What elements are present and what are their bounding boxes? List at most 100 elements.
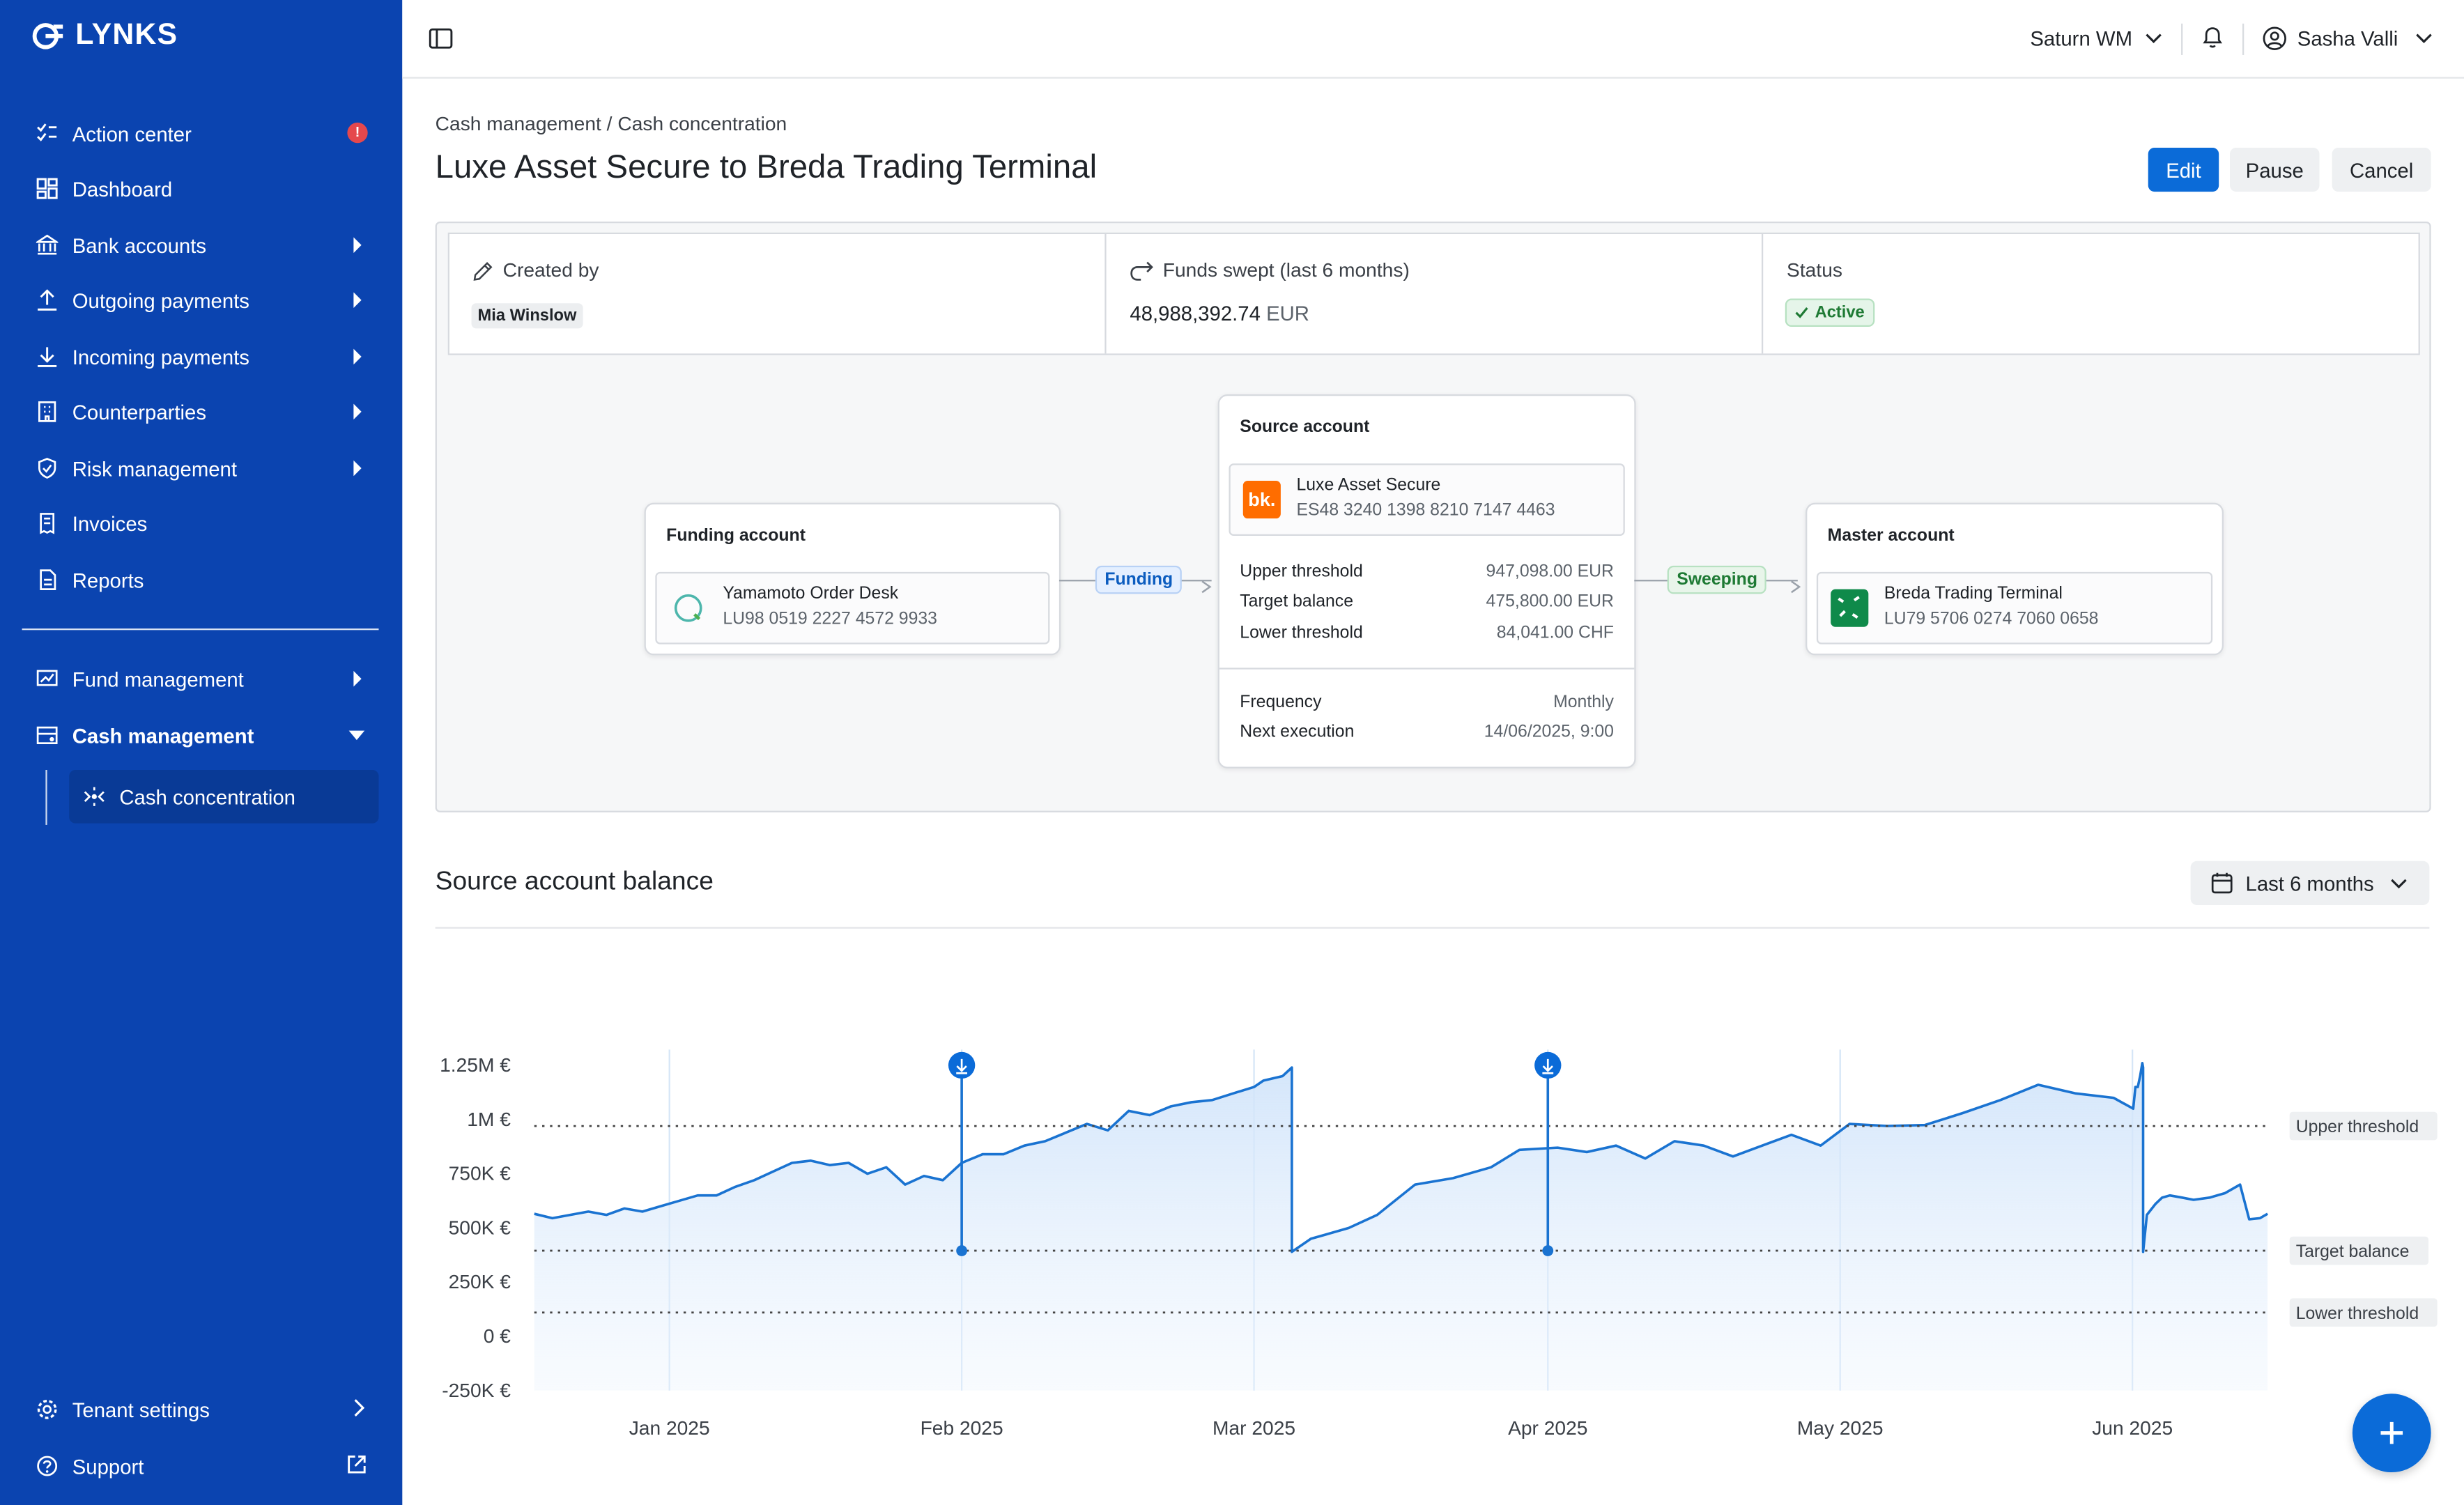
date-range-selector[interactable]: Last 6 months: [2190, 860, 2430, 905]
master-account-card[interactable]: Master account Breda Trading Terminal LU…: [1805, 502, 2224, 656]
sidebar-item-label: Reports: [72, 568, 144, 592]
chevron-down-icon: [2146, 33, 2162, 43]
next-execution-row: Next execution 14/06/2025, 9:00: [1240, 723, 1614, 741]
chevron-right-icon: [352, 1398, 365, 1422]
funding-card-title: Funding account: [666, 526, 806, 546]
cancel-button[interactable]: Cancel: [2332, 147, 2431, 192]
sidebar-item-label: Incoming payments: [72, 344, 249, 369]
sidebar-item-invoices[interactable]: Invoices: [22, 500, 380, 547]
cash-icon: [35, 723, 60, 748]
pencil-icon: [473, 261, 493, 280]
caret-right-icon: [353, 403, 362, 420]
sidebar-item-label: Cash concentration: [119, 785, 295, 809]
lynks-logo-icon: [32, 23, 63, 49]
frequency-value: Monthly: [1553, 693, 1614, 712]
page-title: Luxe Asset Secure to Breda Trading Termi…: [435, 149, 1098, 186]
help-icon: [35, 1453, 60, 1479]
sidebar-item-reports[interactable]: Reports: [22, 556, 380, 603]
sidebar-item-label: Bank accounts: [72, 233, 207, 257]
caret-right-icon: [353, 237, 362, 254]
status-badge: Active: [1785, 298, 1874, 327]
sidebar-item-dashboard[interactable]: Dashboard: [22, 165, 380, 213]
app-logo[interactable]: LYNKS: [31, 19, 178, 54]
topbar: Saturn WM Sasha Valli: [402, 0, 2464, 79]
sidebar-item-counterparties[interactable]: Counterparties: [22, 388, 380, 435]
section-divider: [435, 927, 2430, 929]
sidebar: LYNKS Action center ! Dashboard Bank acc…: [0, 0, 403, 1505]
funding-account-card[interactable]: Funding account Yamamoto Order Desk LU98…: [644, 502, 1061, 656]
upper-threshold-row: Upper threshold 947,098.00 EUR: [1240, 562, 1614, 581]
source-account-iban: ES48 3240 1398 8210 7147 4463: [1296, 501, 1555, 520]
master-account-name: Breda Trading Terminal: [1884, 584, 2063, 603]
topbar-separator: [2180, 22, 2183, 54]
funding-chip: Funding: [1095, 565, 1183, 594]
sidebar-item-label: Risk management: [72, 456, 238, 480]
breadcrumb[interactable]: Cash management / Cash concentration: [436, 113, 787, 135]
master-card-title: Master account: [1827, 526, 1955, 546]
app-name: LYNKS: [75, 19, 178, 52]
date-range-label: Last 6 months: [2245, 871, 2374, 895]
source-card-title: Source account: [1240, 417, 1370, 437]
frequency-label: Frequency: [1240, 693, 1322, 712]
info-strip: Created by Mia Winslow Funds swept (last…: [447, 232, 2420, 355]
upper-threshold-value: 947,098.00 EUR: [1486, 562, 1614, 582]
swept-amount-value: 48,988,392.74: [1130, 301, 1261, 325]
bell-icon[interactable]: [2201, 24, 2224, 53]
user-name: Sasha Valli: [2297, 26, 2398, 51]
source-account-card[interactable]: Source account bk. Luxe Asset Secure ES4…: [1217, 394, 1636, 769]
funding-account-row[interactable]: Yamamoto Order Desk LU98 0519 2227 4572 …: [655, 571, 1050, 645]
pause-button[interactable]: Pause: [2229, 147, 2320, 192]
target-balance-value: 475,800.00 EUR: [1486, 592, 1614, 612]
user-menu[interactable]: Sasha Valli: [2263, 26, 2433, 50]
calendar-icon: [2211, 872, 2233, 894]
sidebar-item-cash-concentration[interactable]: Cash concentration: [69, 769, 379, 824]
sidebar-item-incoming-payments[interactable]: Incoming payments: [22, 333, 380, 380]
source-account-row[interactable]: bk. Luxe Asset Secure ES48 3240 1398 821…: [1229, 463, 1625, 536]
building-icon: [35, 399, 60, 424]
frequency-row: Frequency Monthly: [1240, 693, 1614, 711]
workspace-name: Saturn WM: [2030, 26, 2132, 51]
funds-swept-cell: Funds swept (last 6 months) 48,988,392.7…: [1107, 234, 1764, 354]
sidebar-item-label: Support: [72, 1454, 144, 1478]
caret-right-icon: [353, 670, 362, 687]
yamamoto-bank-logo-icon: [670, 589, 707, 627]
master-account-iban: LU79 5706 0274 7060 0658: [1884, 609, 2099, 629]
invoice-icon: [35, 511, 60, 536]
created-by-cell: Created by Mia Winslow: [449, 234, 1107, 354]
bank-logo-text: bk.: [1248, 488, 1276, 511]
creator-chip: Mia Winslow: [471, 303, 583, 329]
edit-button[interactable]: Edit: [2148, 147, 2219, 192]
master-account-row[interactable]: Breda Trading Terminal LU79 5706 0274 70…: [1816, 571, 2213, 645]
sidebar-toggle-icon[interactable]: [429, 28, 453, 57]
caret-right-icon: [353, 292, 362, 308]
funds-swept-amount: 48,988,392.74 EUR: [1130, 302, 1309, 325]
sidebar-item-outgoing-payments[interactable]: Outgoing payments: [22, 277, 380, 324]
workspace-selector[interactable]: Saturn WM: [2030, 26, 2162, 50]
sidebar-item-label: Action center: [72, 121, 192, 146]
topbar-separator: [2242, 22, 2244, 54]
next-execution-value: 14/06/2025, 9:00: [1484, 723, 1614, 742]
gear-icon: [35, 1397, 60, 1422]
arrow-right-icon: [1790, 573, 1803, 602]
sidebar-item-action-center[interactable]: Action center !: [22, 110, 380, 157]
caret-right-icon: [353, 348, 362, 365]
add-button[interactable]: [2352, 1394, 2431, 1473]
sidebar-item-bank-accounts[interactable]: Bank accounts: [22, 222, 380, 269]
caret-down-icon: [348, 730, 365, 741]
target-balance-label: Target balance: [1240, 592, 1354, 612]
sidebar-item-risk-management[interactable]: Risk management: [22, 445, 380, 492]
sidebar-item-label: Outgoing payments: [72, 288, 249, 312]
status-label: Status: [1787, 259, 1842, 281]
funding-account-name: Yamamoto Order Desk: [723, 584, 899, 603]
report-icon: [35, 567, 60, 592]
sidebar-item-fund-management[interactable]: Fund management: [22, 655, 380, 702]
sidebar-item-tenant-settings[interactable]: Tenant settings: [22, 1386, 380, 1433]
arrow-right-icon: [1201, 573, 1213, 602]
download-icon: [35, 344, 60, 369]
balance-section-title: Source account balance: [435, 867, 714, 896]
sidebar-item-label: Cash management: [72, 723, 254, 748]
status-value: Active: [1815, 303, 1865, 323]
sidebar-item-support[interactable]: Support: [22, 1442, 380, 1490]
next-execution-label: Next execution: [1240, 723, 1355, 742]
sidebar-item-cash-management[interactable]: Cash management: [22, 712, 380, 759]
